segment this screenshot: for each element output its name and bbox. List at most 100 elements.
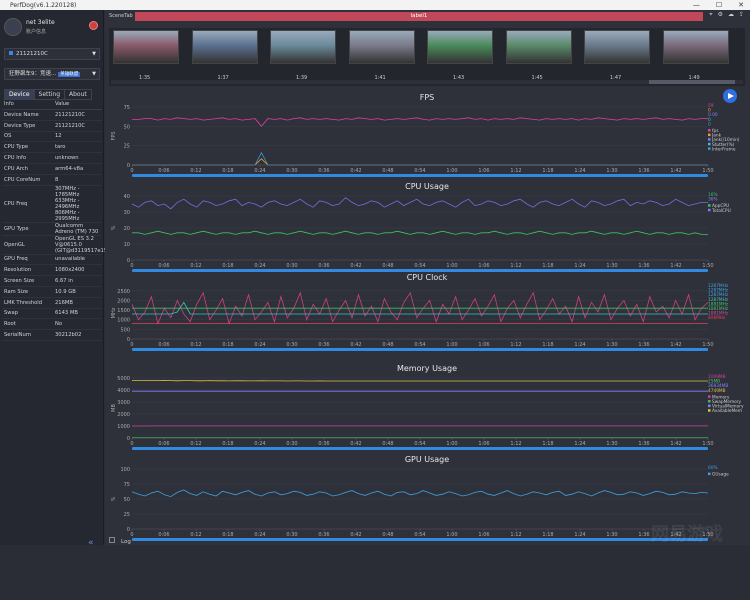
x-tick-label: 0:24 [254,168,265,174]
tab-about[interactable]: About [64,89,92,100]
time-range-slider[interactable] [132,174,708,177]
legend-value: 806MHz [708,315,726,321]
legend-swatch [708,129,711,132]
x-tick-label: 1:24 [574,441,585,447]
device-icon [9,51,13,55]
legend-swatch [708,134,711,137]
x-tick-label: 0:30 [286,342,297,348]
info-key: CPU Arch [2,166,55,172]
sidebar: net 3elite 账户信息 21121210C ▼ 狂野飙车9：竞速...英… [0,10,104,545]
screenshot-thumbnail[interactable] [427,30,493,64]
top-toolbar: ⌖ ⚙ ☁ ⇪ [709,11,744,19]
y-tick-label: 1000 [117,424,130,430]
x-tick-label: 1:30 [606,168,617,174]
device-select[interactable]: 21121210C ▼ [4,48,100,60]
x-tick-label: 1:00 [446,441,457,447]
x-tick-label: 1:06 [478,532,489,538]
y-tick-label: 1500 [117,308,130,314]
add-icon[interactable] [109,537,115,543]
y-tick-label: 5000 [117,376,130,382]
legend-swatch [708,204,711,207]
legend-value: 0 [708,121,711,127]
x-tick-label: 1:06 [478,168,489,174]
legend-swatch [708,209,711,212]
legend-swatch [708,138,711,141]
minimize-icon[interactable]: — [693,0,700,10]
settings-icon[interactable]: ⚙ [718,11,723,19]
window-titlebar: PerfDog(v6.1.220128) — ☐ ✕ [0,0,750,10]
screenshot-thumbnail[interactable] [663,30,729,64]
screenshot-thumbnail[interactable] [192,30,258,64]
avatar[interactable] [4,18,22,36]
user-name: net 3elite [26,19,55,26]
x-tick-label: 1:00 [446,263,457,269]
chart-panel: CPU Usage%01020304016%36%AppCPUTotalCPU0… [111,182,731,272]
chart-panel: CPU ClockMHz050010001500200025001287MHz1… [111,273,729,351]
cloud-icon[interactable]: ☁ [728,11,734,19]
tab-device[interactable]: Device [4,89,35,100]
column-header-info: Info [2,101,55,109]
x-tick-label: 0:30 [286,263,297,269]
legend-swatch [708,400,711,403]
app-select[interactable]: 狂野飙车9：竞速...英雄联盟 ▼ [4,68,100,80]
y-tick-label: 2000 [117,298,130,304]
x-tick-label: 1:12 [510,263,521,269]
info-value: No [55,321,102,327]
x-tick-label: 1:24 [574,263,585,269]
y-tick-label: 50 [124,124,130,130]
upload-icon[interactable]: ⇪ [739,11,744,19]
column-header-value: Value [55,101,102,109]
info-key: CPU Freq [2,201,55,207]
y-axis-label: FPS [111,131,117,140]
x-tick-label: 0:54 [414,441,425,447]
close-icon[interactable]: ✕ [738,0,744,10]
info-key: OpenGL [2,242,55,248]
y-tick-label: 2000 [117,412,130,418]
info-value: 6.67 in [55,278,102,284]
x-tick-label: 1:42 [670,263,681,269]
tab-setting[interactable]: Setting [34,89,65,100]
x-tick-label: 0:36 [318,342,329,348]
legend-value: 60% [708,465,718,471]
x-tick-label: 1:12 [510,168,521,174]
series-line-GUsage [132,490,708,497]
x-tick-label: 0:06 [158,168,169,174]
main-panel: SceneTab label1 ⌖ ⚙ ☁ ⇪ 1:351:371:391:41… [105,10,750,545]
collapse-sidebar-icon[interactable]: « [88,538,94,548]
x-tick-label: 0 [130,342,133,348]
time-range-slider[interactable] [132,269,708,272]
screenshot-timeline[interactable]: 1:351:371:391:411:431:451:471:49 [109,28,745,86]
maximize-icon[interactable]: ☐ [716,0,722,10]
series-line-TotalCPU [132,198,708,209]
log-toggle[interactable]: Log [109,537,131,545]
play-button[interactable] [723,89,737,103]
time-range-slider[interactable] [132,447,708,450]
table-row: Device Name21121210C [2,110,102,121]
x-tick-label: 0:18 [222,168,233,174]
info-key: Resolution [2,267,55,273]
record-button[interactable] [89,21,98,30]
info-key: Screen Size [2,278,55,284]
time-range-slider[interactable] [132,538,708,541]
x-tick-label: 0:48 [382,441,393,447]
screenshot-thumbnail[interactable] [349,30,415,64]
x-tick-label: 0 [130,263,133,269]
x-tick-label: 1:30 [606,263,617,269]
info-key: CPU Type [2,144,55,150]
legend-value: 4749MB [708,388,726,394]
screenshot-thumbnail[interactable] [113,30,179,64]
y-tick-label: 25 [124,512,130,518]
chart-title: FPS [420,93,435,102]
screenshot-thumbnail[interactable] [270,30,336,64]
time-range-slider[interactable] [132,348,708,351]
scene-tab-label: SceneTab [109,13,133,19]
info-value: 10.9 GB [55,289,102,295]
account-info-link[interactable]: 账户信息 [26,28,46,35]
location-icon[interactable]: ⌖ [709,11,712,19]
x-tick-label: 1:50 [702,441,713,447]
x-tick-label: 1:18 [542,441,553,447]
series-line-AvailableMemory [132,380,708,381]
scene-label-bar[interactable]: label1 [135,12,703,21]
screenshot-thumbnail[interactable] [506,30,572,64]
screenshot-thumbnail[interactable] [584,30,650,64]
